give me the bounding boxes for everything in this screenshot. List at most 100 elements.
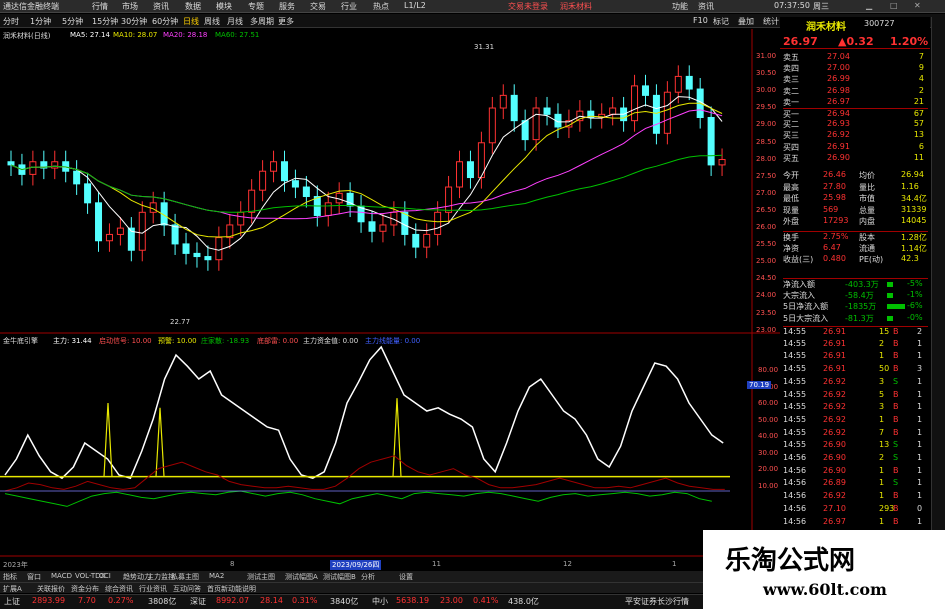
extension-tab[interactable]: 互动问答 [173,584,201,594]
maximize-icon[interactable]: □ [890,1,898,10]
clock: 07:37:50 [774,1,810,10]
indicator-tab[interactable]: MACD [51,572,72,580]
promo-stock[interactable]: 润禾材料 [560,1,592,12]
price-change: ▲0.32 [838,35,874,48]
indicator-tab[interactable]: 私募主图 [171,572,199,582]
menu-topic[interactable]: 专题 [248,1,264,12]
period-15m[interactable]: 15分钟 [92,16,118,27]
indicator-tab[interactable]: MA2 [209,572,224,580]
tick-count: 1 [917,491,923,501]
tick-price: 26.89 [823,478,846,488]
ob-volume: 67 [913,109,924,118]
side-toolbar[interactable] [931,17,945,577]
indicator-tab[interactable]: 测试幅图A [285,572,318,582]
weekday: 周三 [813,2,829,11]
ask-row[interactable]: 卖四 27.00 9 [783,63,928,74]
period-60m[interactable]: 60分钟 [152,16,178,27]
tick-row: 14:55 26.92 3 S 1 [783,377,928,388]
tool-f10[interactable]: F10 [693,16,708,25]
func-menu[interactable]: 功能 [672,1,688,12]
period-week[interactable]: 周线 [204,16,220,27]
stat-value: 1.16 [901,181,919,191]
menu-data[interactable]: 数据 [185,1,201,12]
indicator-tab[interactable]: 分析 [361,572,375,582]
period-more[interactable]: 更多 [278,16,294,27]
indicator-tab[interactable]: 测试主图 [247,572,275,582]
indicator-tabs: 指标 窗口 MACD VOL-TDX CCI 趋势动力 主力监控 私募主图 MA2 测试主图 测试幅… [0,571,752,582]
menu-market[interactable]: 市场 [122,1,138,12]
indicator-tab[interactable]: CCI [99,572,111,580]
menu-news[interactable]: 资讯 [153,1,169,12]
stat-label: 现量 [783,205,799,215]
indicator-tab[interactable]: 窗口 [27,572,41,582]
indicator-tab[interactable]: 指标 [3,572,17,582]
menu-module[interactable]: 模块 [216,1,232,12]
tick-row: 14:55 26.91 2 B 1 [783,339,928,350]
candle-body [73,170,81,185]
close-icon[interactable]: ✕ [914,1,921,10]
chart-area[interactable] [0,29,780,559]
extension-tab[interactable]: 关联报价 [37,584,65,594]
menu-hot[interactable]: 热点 [373,1,389,12]
ind-fund: 主力资金值: 0.00 [303,337,359,345]
stat-value: 26.46 [823,170,846,179]
bid-row[interactable]: 买五 26.90 11 [783,153,928,164]
extension-tab[interactable]: 资金分布 [71,584,99,594]
menu-l2[interactable]: L1/L2 [404,1,426,10]
promo-login[interactable]: 交易未登录 [508,1,548,12]
candle-body [280,161,288,182]
period-5m[interactable]: 5分钟 [62,16,83,27]
tick-price: 26.90 [823,465,846,475]
start-signal-spike [392,398,402,477]
ask-row[interactable]: 卖三 26.99 4 [783,74,928,85]
extension-tab[interactable]: 首页新动能说明 [207,584,256,594]
tool-stats[interactable]: 统计 [763,16,779,27]
ask-row[interactable]: 卖五 27.04 7 [783,52,928,63]
candle-body [532,107,540,141]
indicator-tick-label: 30.00 [758,448,779,457]
flow-pct: -5% [907,279,923,288]
stat-value: 6.47 [823,242,841,252]
price-tick-label: 26.00 [756,223,777,231]
bid-row[interactable]: 买二 26.93 57 [783,119,928,130]
bid-row[interactable]: 买三 26.92 13 [783,130,928,141]
menu-service[interactable]: 服务 [279,1,295,12]
period-1m[interactable]: 1分钟 [30,16,51,27]
tick-row: 14:55 26.91 15 B 2 [783,326,928,337]
period-30m[interactable]: 30分钟 [121,16,147,27]
period-day[interactable]: 日线 [183,16,199,27]
ob-volume: 2 [918,85,924,95]
extension-tab[interactable]: 行业资讯 [139,584,167,594]
ask-row[interactable]: 卖一 26.97 21 [783,97,928,108]
ob-volume: 9 [918,63,924,73]
ob-label: 卖四 [783,64,799,74]
tick-price: 26.92 [823,402,846,412]
candle-body [510,94,518,122]
tick-row: 14:56 26.97 1 B 1 [783,517,928,528]
menu-trade[interactable]: 交易 [310,1,326,12]
indicator-tab[interactable]: 设置 [399,572,413,582]
cy-name[interactable]: 中小 [372,596,388,607]
candle-body [171,224,179,245]
sh-name[interactable]: 上证 [4,596,20,607]
extension-tab[interactable]: 综合资讯 [105,584,133,594]
news-menu[interactable]: 资讯 [698,1,714,12]
bid-row[interactable]: 买四 26.91 6 [783,142,928,153]
flow-row: 大宗流入 -58.4万 -1% [783,290,928,301]
ask-row[interactable]: 卖二 26.98 2 [783,86,928,97]
period-timeline[interactable]: 分时 [3,16,19,27]
menu-quote[interactable]: 行情 [92,1,108,12]
menu-industry[interactable]: 行业 [341,1,357,12]
period-multi[interactable]: 多周期 [250,16,274,27]
bid-row[interactable]: 买一 26.94 67 [783,108,928,119]
period-month[interactable]: 月线 [227,16,243,27]
candle-body [368,221,376,232]
minimize-icon[interactable]: ▁ [866,1,872,10]
date-cursor: 2023/09/26四 [330,560,382,570]
tool-mark[interactable]: 标记 [713,16,729,27]
extension-tab[interactable]: 扩展A [3,584,22,594]
sz-name[interactable]: 深证 [190,596,206,607]
indicator-tab[interactable]: 测试幅图B [323,572,356,582]
tool-overlay[interactable]: 叠加 [738,16,754,27]
candle-body [84,183,92,204]
